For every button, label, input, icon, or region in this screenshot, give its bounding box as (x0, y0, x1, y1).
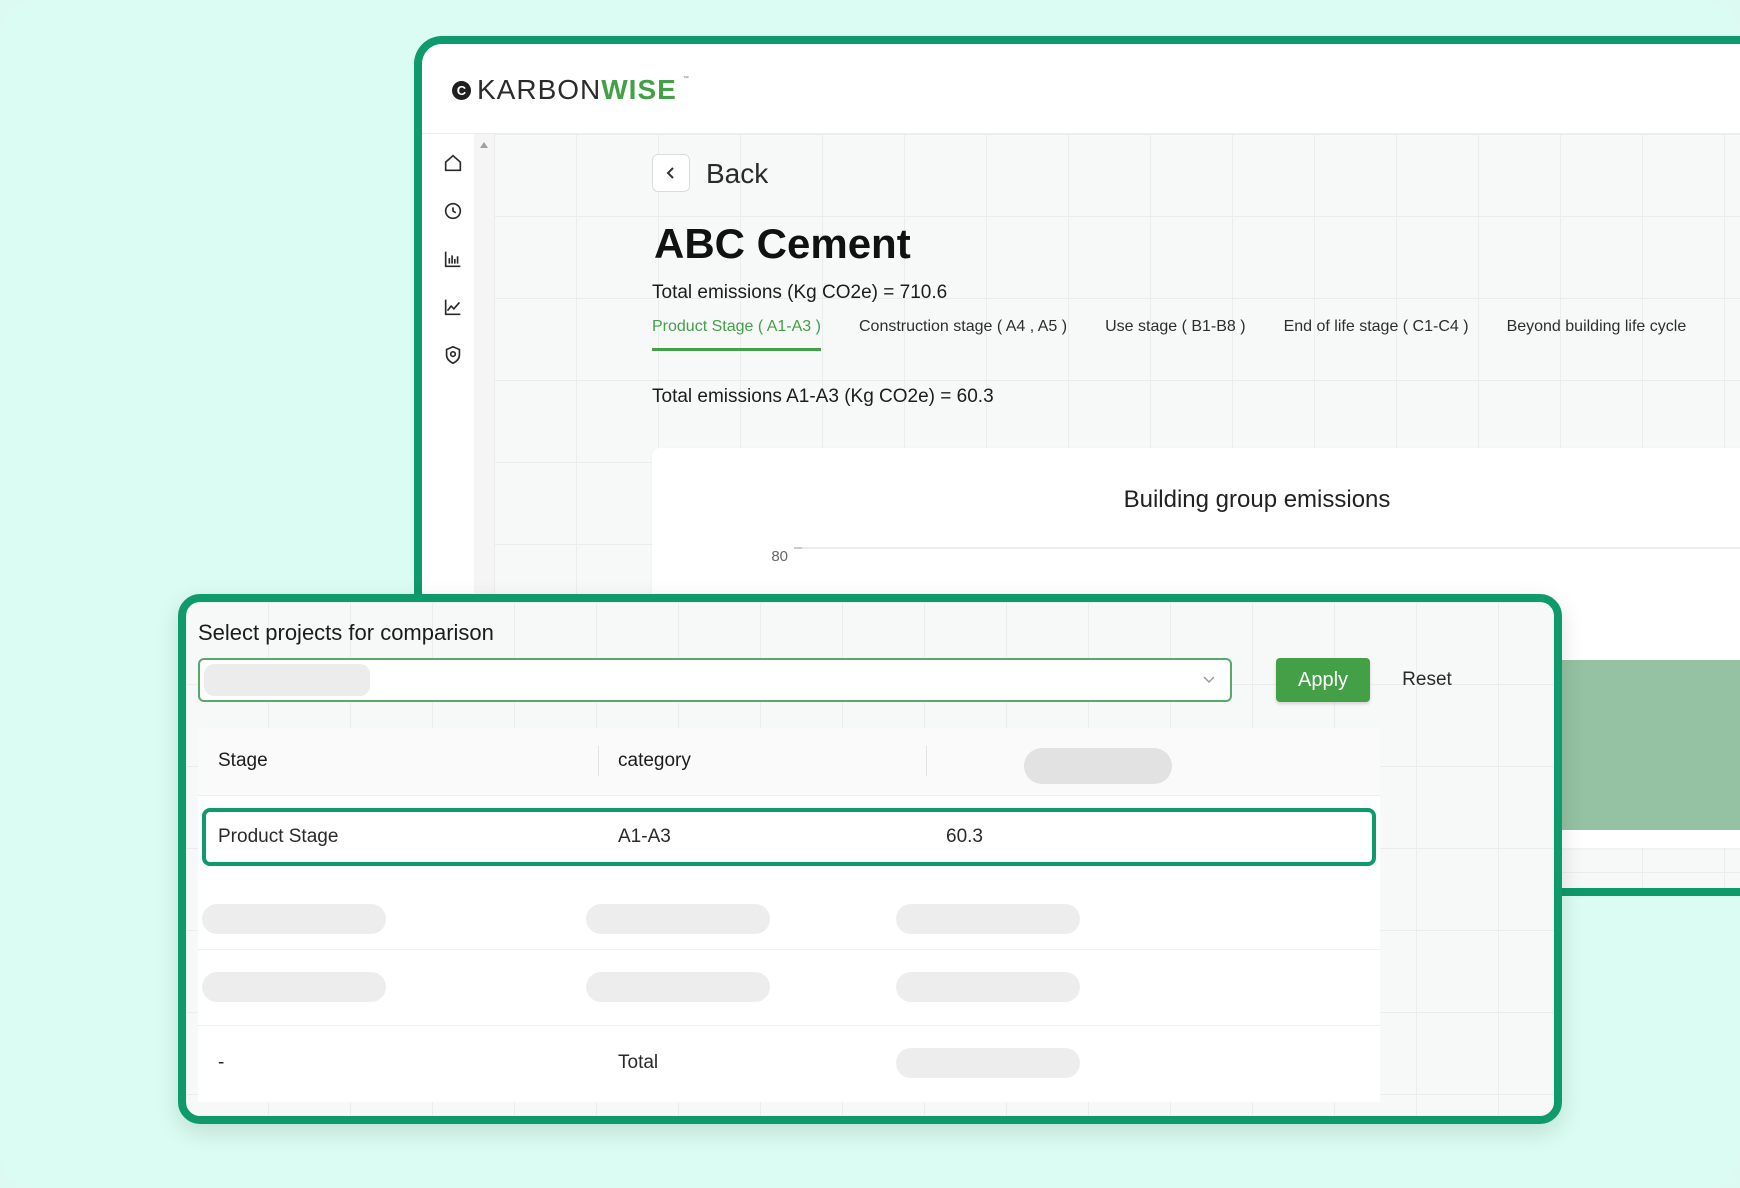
logo-tm: ™ (682, 76, 689, 82)
tab-use-stage[interactable]: Use stage ( B1-B8 ) (1105, 318, 1246, 351)
selected-project-placeholder (204, 664, 370, 696)
history-icon[interactable] (440, 198, 466, 224)
stage-tabs: Product Stage ( A1-A3 ) Construction sta… (652, 318, 1724, 351)
skeleton-cell (896, 1048, 1080, 1078)
logo-text-karbon: KARBON (477, 74, 602, 105)
header-stage: Stage (218, 750, 268, 771)
canvas: C KARBONWISE ™ Back ABC Cement Total emi… (0, 0, 1740, 1188)
table-row (198, 874, 1380, 950)
apply-button[interactable]: Apply (1276, 658, 1370, 702)
skeleton-cell (202, 972, 386, 1002)
cell-value: 60.3 (946, 826, 983, 847)
back-button[interactable] (652, 154, 690, 192)
skeleton-cell (896, 972, 1080, 1002)
logo-text-wise: WISE (601, 74, 677, 105)
bar-chart-icon[interactable] (440, 246, 466, 272)
cell-total-stage: - (218, 1052, 225, 1073)
tab-beyond-building-life-cycle[interactable]: Beyond building life cycle (1507, 318, 1687, 351)
cell-category: A1-A3 (618, 826, 671, 847)
chevron-down-icon[interactable] (1202, 672, 1216, 686)
comparison-table: Stage category Product Stage A1-A3 60.3 (198, 728, 1380, 1102)
comparison-title: Select projects for comparison (198, 620, 494, 645)
stage-total-emissions: Total emissions A1-A3 (Kg CO2e) = 60.3 (652, 386, 994, 407)
logo-mark-icon: C (452, 80, 471, 100)
table-header: Stage category (198, 728, 1380, 796)
skeleton-cell (586, 904, 770, 934)
home-icon[interactable] (440, 150, 466, 176)
reset-button[interactable]: Reset (1392, 658, 1462, 702)
skeleton-cell (896, 904, 1080, 934)
project-title: ABC Cement (654, 220, 911, 267)
karbonwise-logo[interactable]: C KARBONWISE ™ (452, 74, 689, 106)
table-row (198, 950, 1380, 1026)
scroll-up-icon[interactable] (480, 142, 488, 148)
chevron-left-icon (666, 167, 674, 179)
tab-product-stage[interactable]: Product Stage ( A1-A3 ) (652, 318, 821, 351)
app-header: C KARBONWISE ™ (422, 44, 1740, 134)
table-row-total: - Total (198, 1026, 1380, 1102)
tab-construction-stage[interactable]: Construction stage ( A4 , A5 ) (859, 318, 1067, 351)
logo-text: KARBONWISE (477, 74, 677, 106)
shield-icon[interactable] (440, 342, 466, 368)
comparison-panel: Select projects for comparison Apply Res… (178, 594, 1562, 1124)
cell-total-label: Total (618, 1052, 659, 1073)
header-value-placeholder (1024, 748, 1172, 784)
skeleton-cell (586, 972, 770, 1002)
column-divider (926, 746, 927, 776)
cell-stage: Product Stage (218, 826, 339, 847)
y-tick-label: 80 (771, 548, 788, 565)
table-row-highlighted[interactable]: Product Stage A1-A3 60.3 (202, 808, 1376, 866)
line-chart-icon[interactable] (440, 294, 466, 320)
column-divider (598, 746, 599, 776)
tab-end-of-life-stage[interactable]: End of life stage ( C1-C4 ) (1284, 318, 1469, 351)
project-select[interactable] (198, 658, 1232, 702)
total-emissions: Total emissions (Kg CO2e) = 710.6 (652, 282, 948, 303)
skeleton-cell (202, 904, 386, 934)
header-category: category (618, 750, 691, 771)
back-label[interactable]: Back (706, 158, 768, 190)
